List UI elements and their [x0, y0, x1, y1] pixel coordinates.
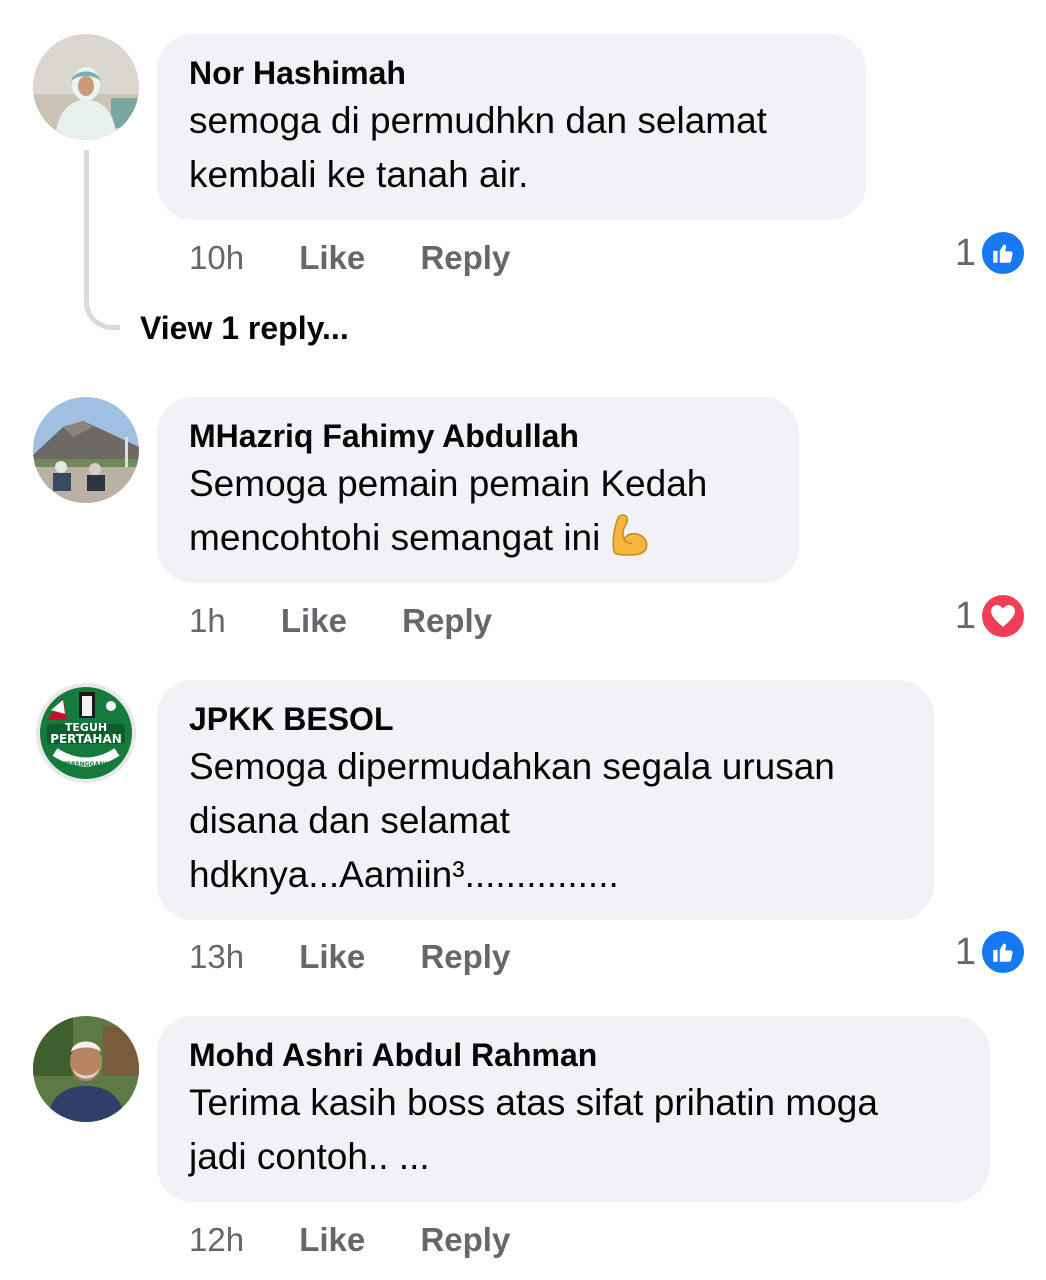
reply-button[interactable]: Reply — [402, 601, 492, 641]
comment-bubble: MHazriq Fahimy Abdullah Semoga pemain pe… — [157, 397, 799, 583]
reaction-count: 1 — [954, 931, 976, 973]
comment-actions: 1h Like Reply — [189, 599, 538, 641]
avatar-logo: TEGUH PERTAHAN TERENGGANU — [33, 680, 139, 786]
comment-timestamp[interactable]: 1h — [189, 601, 226, 641]
comment-text-line: disana dan selamat — [189, 800, 510, 841]
avatar-logo-text: TERENGGANU — [63, 761, 109, 768]
comment-text-line: jadi contoh.. ... — [189, 1136, 430, 1177]
comment-text-line: hdknya...Aamiin³............... — [189, 854, 619, 895]
comment-timestamp[interactable]: 13h — [189, 937, 244, 977]
flexed-biceps-emoji — [606, 512, 652, 573]
avatar-logo-text: PERTAHAN — [50, 732, 122, 746]
reply-button[interactable]: Reply — [420, 1220, 510, 1260]
like-button[interactable]: Like — [299, 1220, 365, 1260]
comment-text: semoga di permudhkn dan selamat kembali … — [189, 94, 834, 202]
comment-text-line: semoga di permudhkn dan selamat — [189, 100, 767, 141]
like-icon — [980, 230, 1026, 276]
comment-text-line: mencohtohi semangat ini — [189, 511, 767, 573]
reaction-summary[interactable]: 1 — [955, 230, 1026, 276]
avatar-photo — [33, 397, 139, 503]
like-button[interactable]: Like — [299, 937, 365, 977]
comment-actions: 13h Like Reply — [189, 935, 556, 977]
comment-bubble: Nor Hashimah semoga di permudhkn dan sel… — [157, 34, 866, 220]
comment-text-segment: mencohtohi semangat ini — [189, 517, 601, 558]
like-button[interactable]: Like — [299, 238, 365, 278]
avatar[interactable] — [33, 397, 139, 503]
comment-author[interactable]: Nor Hashimah — [189, 54, 834, 92]
love-icon — [980, 593, 1026, 639]
reply-button[interactable]: Reply — [420, 238, 510, 278]
avatar[interactable] — [33, 1016, 139, 1122]
comment-author[interactable]: MHazriq Fahimy Abdullah — [189, 417, 767, 455]
comment-text-line: kembali ke tanah air. — [189, 154, 529, 195]
comment-timestamp[interactable]: 12h — [189, 1220, 244, 1260]
comment-author[interactable]: Mohd Ashri Abdul Rahman — [189, 1036, 958, 1074]
avatar-photo — [33, 1016, 139, 1122]
avatar[interactable] — [33, 34, 139, 140]
reaction-count: 1 — [954, 595, 976, 637]
comment-text-line: Terima kasih boss atas sifat prihatin mo… — [189, 1082, 878, 1123]
comment-text: Terima kasih boss atas sifat prihatin mo… — [189, 1076, 958, 1184]
like-button[interactable]: Like — [281, 601, 347, 641]
like-icon — [980, 929, 1026, 975]
comment-bubble: JPKK BESOL Semoga dipermudahkan segala u… — [157, 680, 934, 920]
comment-text: Semoga dipermudahkan segala urusan disan… — [189, 740, 902, 902]
comment-actions: 12h Like Reply — [189, 1218, 556, 1260]
reply-thread-connector — [84, 150, 120, 330]
comment-timestamp[interactable]: 10h — [189, 238, 244, 278]
reaction-count: 1 — [954, 232, 976, 274]
comment-text-line: Semoga dipermudahkan segala urusan — [189, 746, 835, 787]
comment-author[interactable]: JPKK BESOL — [189, 700, 902, 738]
comment-bubble: Mohd Ashri Abdul Rahman Terima kasih bos… — [157, 1016, 990, 1202]
avatar-photo — [33, 34, 139, 140]
reaction-summary[interactable]: 1 — [955, 929, 1026, 975]
view-replies-link[interactable]: View 1 reply... — [140, 308, 349, 348]
comment-actions: 10h Like Reply — [189, 236, 556, 278]
reaction-summary[interactable]: 1 — [955, 593, 1026, 639]
comment-text: Semoga pemain pemain Kedah mencohtohi se… — [189, 457, 767, 573]
avatar[interactable]: TEGUH PERTAHAN TERENGGANU — [33, 680, 139, 786]
reply-button[interactable]: Reply — [420, 937, 510, 977]
comment-text-line: Semoga pemain pemain Kedah — [189, 463, 708, 504]
